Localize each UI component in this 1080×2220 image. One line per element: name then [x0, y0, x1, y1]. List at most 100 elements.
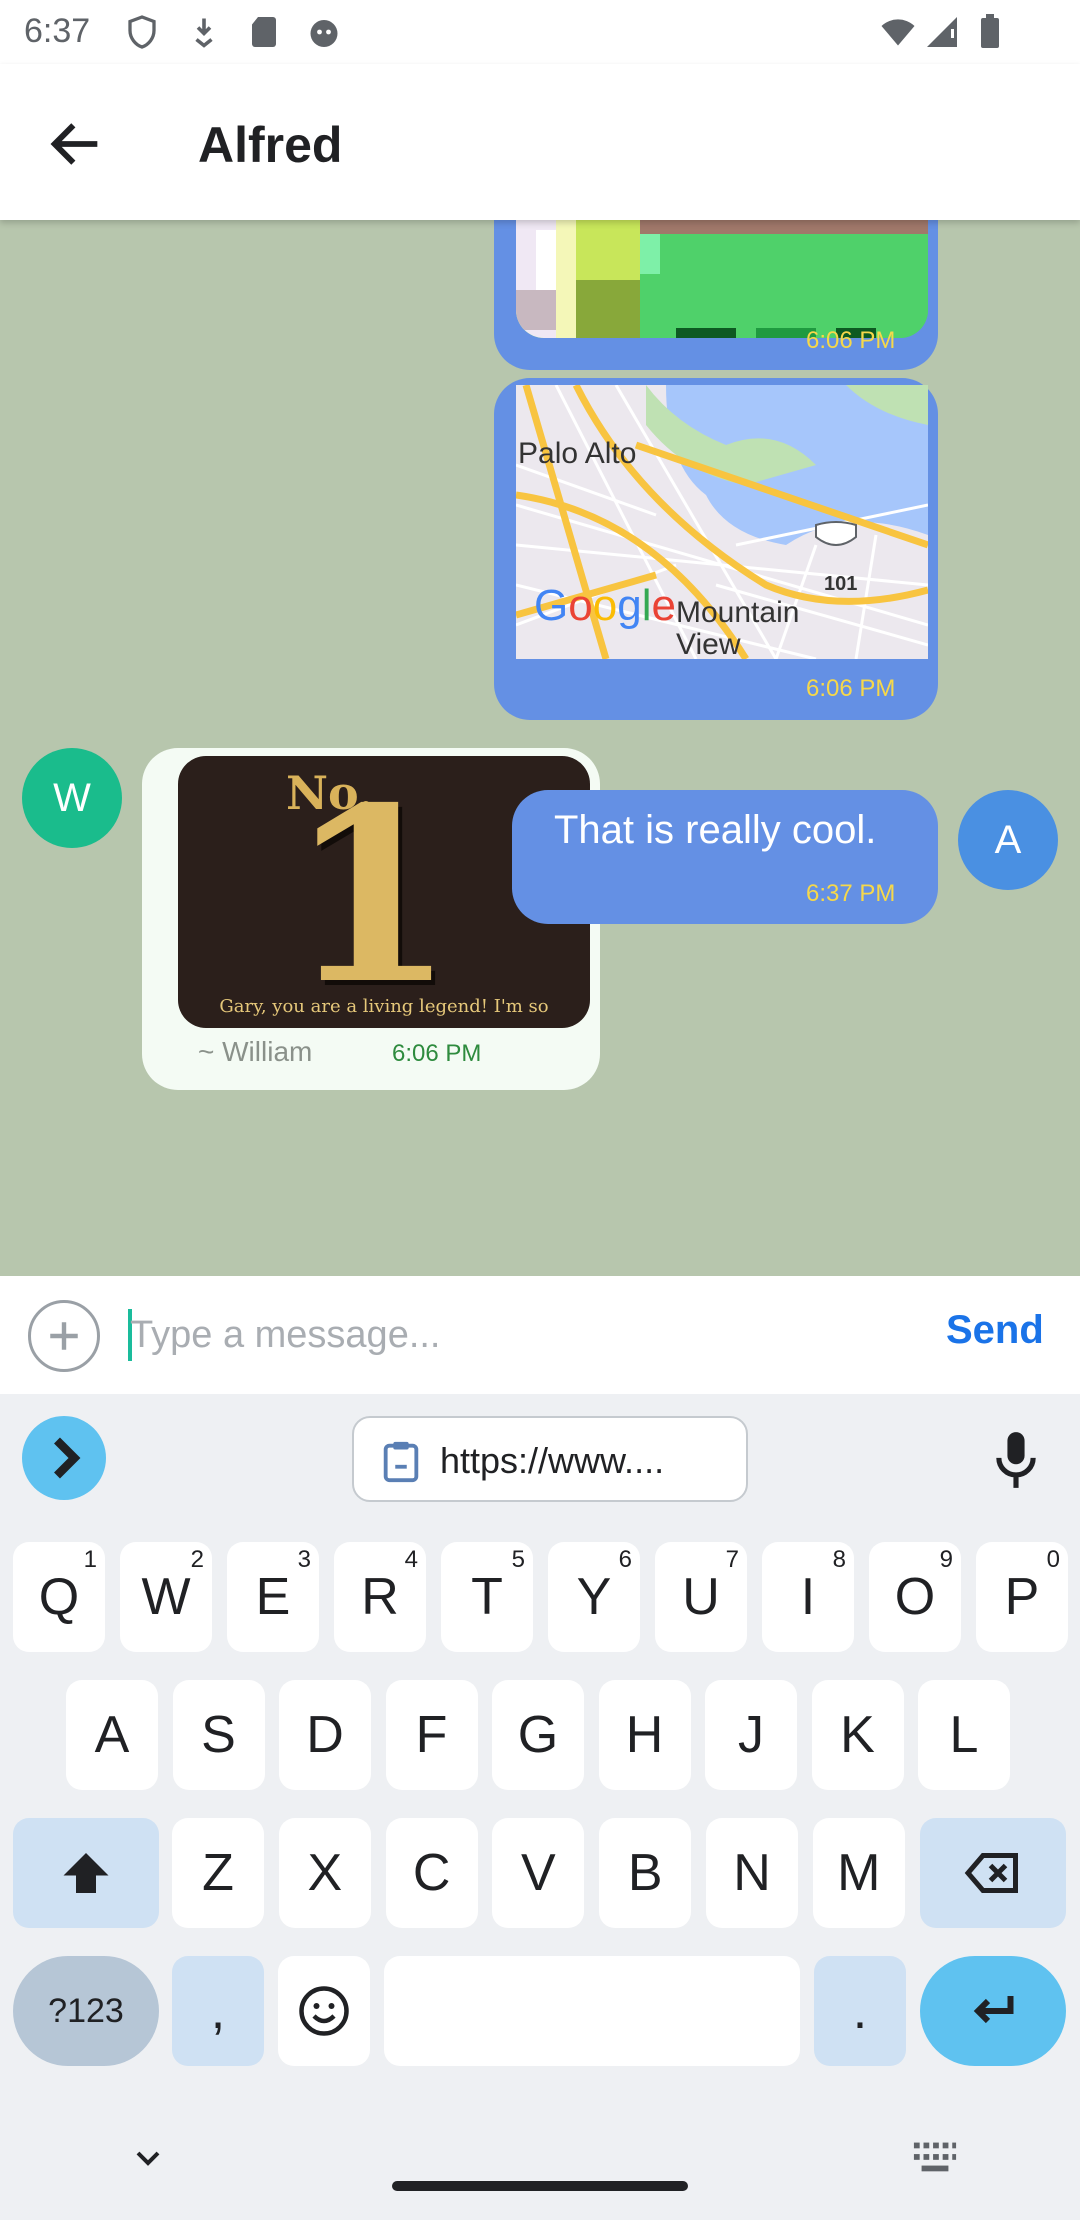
key-g[interactable]: G	[492, 1680, 584, 1790]
emoji-key[interactable]	[278, 1956, 370, 2066]
key-hint: 9	[939, 1546, 953, 1573]
keyboard-icon	[913, 2142, 957, 2172]
card-number: 1	[288, 756, 455, 1028]
key-r[interactable]: R4	[334, 1542, 426, 1652]
key-label: U	[682, 1568, 720, 1626]
shared-image[interactable]	[516, 220, 928, 338]
clipboard-link-icon	[378, 1438, 424, 1484]
key-e[interactable]: E3	[227, 1542, 319, 1652]
key-hint: 3	[297, 1546, 311, 1573]
message-time: 6:37 PM	[806, 880, 896, 907]
key-hint: 4	[404, 1546, 418, 1573]
key-i[interactable]: I8	[762, 1542, 854, 1652]
keyboard-toolbar-toggle[interactable]	[22, 1416, 106, 1500]
back-button[interactable]	[44, 112, 108, 176]
key-label: W	[141, 1568, 191, 1626]
key-label: P	[1004, 1568, 1040, 1626]
key-s[interactable]: S	[172, 1680, 265, 1790]
avatar-initial: A	[994, 817, 1022, 862]
key-hint: 0	[1046, 1546, 1060, 1573]
soft-keyboard: https://www....	[0, 1394, 1080, 2220]
clipboard-text: https://www....	[440, 1440, 665, 1481]
key-b[interactable]: B	[599, 1818, 692, 1928]
message-time: 6:06 PM	[806, 675, 896, 702]
message-text-outgoing[interactable]: That is really cool. 6:37 PM	[512, 790, 938, 924]
chat-area[interactable]: 6:06 PM Palo Alto Mountain View 101 Goog…	[0, 220, 1080, 1276]
key-t[interactable]: T5	[441, 1542, 533, 1652]
key-m[interactable]: M	[812, 1818, 905, 1928]
battery-icon	[972, 14, 1004, 50]
key-label: T	[471, 1568, 503, 1626]
key-label: R	[361, 1568, 399, 1626]
key-hint: 1	[83, 1546, 97, 1573]
avatar[interactable]: A	[958, 790, 1058, 890]
microphone-icon	[996, 1432, 1036, 1488]
key-q[interactable]: Q1	[13, 1542, 105, 1652]
home-indicator[interactable]	[392, 2181, 688, 2191]
enter-icon	[973, 1996, 1014, 2024]
key-hint: 5	[511, 1546, 525, 1573]
key-c[interactable]: C	[385, 1818, 478, 1928]
key-v[interactable]: V	[492, 1818, 585, 1928]
message-time: 6:06 PM	[806, 327, 896, 354]
sender-name: ~ William	[198, 1036, 313, 1067]
space-key[interactable]	[384, 1956, 800, 2066]
key-f[interactable]: F	[385, 1680, 478, 1790]
comma-key[interactable]: ,	[172, 1956, 264, 2066]
backspace-key[interactable]	[920, 1818, 1066, 1928]
emoji-icon	[299, 1986, 349, 2036]
key-z[interactable]: Z	[172, 1818, 264, 1928]
message-composer: Send	[0, 1276, 1080, 1394]
key-d[interactable]: D	[279, 1680, 371, 1790]
attach-button[interactable]	[28, 1300, 100, 1372]
key-label: I	[800, 1568, 816, 1626]
chevron-right-icon	[54, 1437, 81, 1479]
enter-key[interactable]	[920, 1956, 1066, 2066]
arrow-left-icon	[50, 123, 98, 165]
key-w[interactable]: W2	[120, 1542, 212, 1652]
card-caption: Gary, you are a living legend! I'm so	[219, 996, 549, 1017]
map-label-mountain-view: Mountain View	[676, 596, 800, 660]
plus-icon	[50, 1322, 78, 1350]
keyboard-switch-button[interactable]	[912, 2138, 958, 2174]
key-h[interactable]: H	[598, 1680, 691, 1790]
key-k[interactable]: K	[811, 1680, 904, 1790]
symbols-key[interactable]: ?123	[13, 1956, 159, 2066]
key-n[interactable]: N	[706, 1818, 798, 1928]
avatar[interactable]: W	[22, 748, 122, 848]
hide-keyboard-button[interactable]	[128, 2138, 168, 2178]
message-text: That is really cool.	[554, 808, 877, 852]
key-o[interactable]: O9	[869, 1542, 961, 1652]
key-l[interactable]: L	[918, 1680, 1010, 1790]
map-preview[interactable]: Palo Alto Mountain View 101 Google	[516, 385, 928, 659]
message-input[interactable]	[130, 1306, 910, 1364]
key-u[interactable]: U7	[655, 1542, 747, 1652]
key-label: Q	[38, 1568, 80, 1626]
key-label: O	[894, 1568, 936, 1626]
key-hint: 8	[832, 1546, 846, 1573]
key-a[interactable]: A	[66, 1680, 158, 1790]
page-title: Alfred	[198, 117, 343, 173]
map-label-route-101: 101	[824, 573, 858, 595]
shift-key[interactable]	[13, 1818, 159, 1928]
backspace-icon	[964, 1853, 1018, 1893]
period-key[interactable]: .	[814, 1956, 906, 2066]
voice-input-button[interactable]	[990, 1430, 1042, 1490]
key-p[interactable]: P0	[976, 1542, 1068, 1652]
status-bar: 6:37	[0, 0, 1080, 64]
key-y[interactable]: Y6	[548, 1542, 640, 1652]
cat-icon	[306, 14, 342, 50]
send-button[interactable]: Send	[946, 1308, 1044, 1353]
signal-icon	[924, 14, 964, 50]
shield-icon	[124, 14, 160, 50]
key-j[interactable]: J	[705, 1680, 797, 1790]
download-icon	[186, 14, 222, 50]
clipboard-suggestion[interactable]: https://www....	[352, 1416, 748, 1502]
google-logo: Google	[534, 581, 676, 630]
key-hint: 2	[190, 1546, 204, 1573]
avatar-initial: W	[53, 775, 91, 820]
key-hint: 7	[725, 1546, 739, 1573]
key-x[interactable]: X	[278, 1818, 371, 1928]
wifi-icon	[880, 14, 920, 50]
key-label: E	[255, 1568, 291, 1626]
